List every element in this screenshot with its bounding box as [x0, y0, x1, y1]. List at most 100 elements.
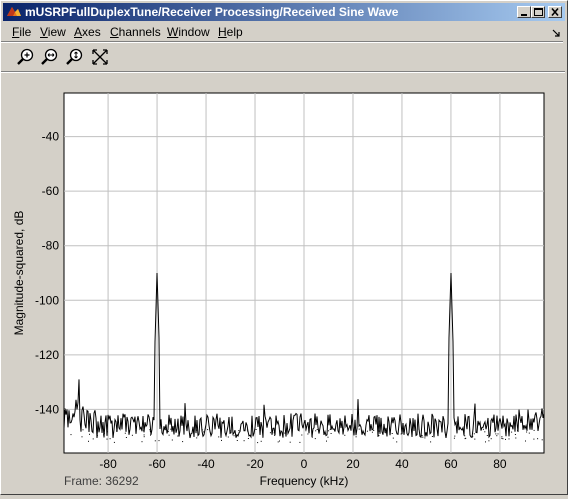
noise-dot [418, 428, 420, 430]
noise-dot [232, 432, 234, 434]
noise-dot [171, 439, 173, 441]
noise-dot [495, 433, 497, 435]
frame-counter: Frame: 36292 [64, 474, 139, 488]
noise-dot [141, 441, 143, 443]
noise-dot [227, 436, 229, 438]
noise-dot [378, 435, 380, 437]
menu-window[interactable]: Window [167, 25, 210, 39]
window-title: mUSRPFullDuplexTune/Receiver Processing/… [25, 5, 399, 19]
noise-dot [490, 438, 492, 440]
noise-dot [236, 440, 238, 441]
noise-dot [149, 431, 151, 432]
noise-dot [501, 437, 503, 439]
noise-dot [82, 429, 84, 431]
noise-dot [273, 432, 275, 434]
noise-dot [149, 429, 151, 431]
noise-dot [154, 440, 156, 442]
noise-dot [533, 438, 535, 440]
y-tick-label: -120 [35, 348, 59, 362]
noise-dot [342, 431, 344, 433]
close-button[interactable] [548, 6, 562, 18]
noise-dot [257, 442, 259, 444]
noise-dot [496, 435, 498, 437]
menu-help[interactable]: Help [218, 25, 243, 39]
noise-dot [279, 440, 280, 442]
noise-dot [444, 431, 446, 433]
noise-dot [330, 433, 332, 434]
menu-channels[interactable]: Channels [110, 25, 161, 39]
scope-window: mUSRPFullDuplexTune/Receiver Processing/… [0, 0, 568, 495]
noise-dot [389, 429, 391, 431]
noise-dot [327, 436, 329, 438]
x-tick-label: 40 [395, 457, 409, 471]
noise-dot [167, 431, 169, 433]
noise-dot [170, 428, 172, 430]
noise-dot [464, 435, 466, 437]
noise-dot [230, 430, 232, 432]
noise-dot [316, 429, 318, 430]
noise-dot [124, 432, 126, 434]
spectrum-plot[interactable]: -140 -120 -100 -80 -60 -40 -80 -60 -40 -20 0 20 40 6… [1, 73, 567, 494]
noise-dot [511, 431, 513, 433]
noise-dot [284, 432, 286, 434]
noise-dot [314, 438, 316, 440]
noise-dot [218, 436, 220, 438]
zoom-x-icon[interactable] [39, 46, 61, 68]
noise-dot [486, 435, 488, 436]
noise-dot [355, 436, 357, 438]
noise-dot [81, 436, 83, 438]
menu-view[interactable]: View [40, 25, 66, 39]
noise-dot [255, 429, 257, 430]
matlab-icon [7, 7, 21, 16]
noise-dot [143, 436, 145, 438]
minimize-button[interactable] [517, 6, 531, 18]
menu-axes[interactable]: Axes [74, 25, 101, 39]
noise-dot [400, 433, 402, 435]
noise-dot [473, 433, 475, 435]
dock-arrow-icon[interactable] [551, 28, 561, 38]
noise-dot [514, 434, 516, 435]
noise-dot [482, 428, 484, 430]
noise-dot [541, 439, 543, 441]
x-axis-ticks: -80 -60 -40 -20 0 20 40 60 80 [99, 457, 507, 471]
noise-dot [247, 438, 249, 439]
noise-dot [269, 432, 271, 434]
noise-dot [89, 433, 90, 435]
noise-dot [515, 437, 517, 439]
noise-dot [260, 440, 262, 442]
menu-file[interactable]: File [12, 25, 31, 39]
noise-dot [526, 431, 528, 433]
noise-dot [315, 430, 317, 432]
noise-dot [196, 429, 198, 431]
maximize-button[interactable] [531, 6, 545, 18]
zoom-y-icon[interactable] [64, 46, 86, 68]
noise-dot [196, 437, 198, 439]
y-axis-label: Magnitude-squared, dB [12, 211, 26, 336]
minimize-icon [521, 14, 527, 16]
autoscale-icon[interactable] [89, 46, 111, 68]
noise-dot [508, 438, 510, 440]
x-axis-label: Frequency (kHz) [260, 474, 349, 488]
title-bar[interactable]: mUSRPFullDuplexTune/Receiver Processing/… [3, 3, 565, 21]
noise-dot [207, 429, 209, 431]
noise-dot [517, 431, 519, 432]
noise-dot [342, 430, 344, 432]
menu-bar: File View Axes Channels Window Help [3, 23, 565, 41]
noise-dot [177, 435, 179, 437]
noise-dot [113, 441, 115, 443]
zoom-in-icon[interactable] [15, 46, 37, 68]
noise-dot [116, 430, 118, 432]
close-icon [551, 7, 559, 17]
noise-dot [192, 428, 194, 430]
noise-dot [221, 439, 222, 441]
y-tick-label: -80 [42, 239, 60, 253]
noise-dot [533, 429, 535, 431]
noise-dot [344, 434, 346, 436]
x-tick-label: 60 [444, 457, 458, 471]
noise-dot [391, 433, 393, 434]
noise-dot [488, 440, 490, 442]
noise-dot [96, 435, 98, 437]
noise-dot [305, 429, 307, 430]
noise-dot [355, 431, 357, 433]
toolbar [3, 44, 565, 70]
